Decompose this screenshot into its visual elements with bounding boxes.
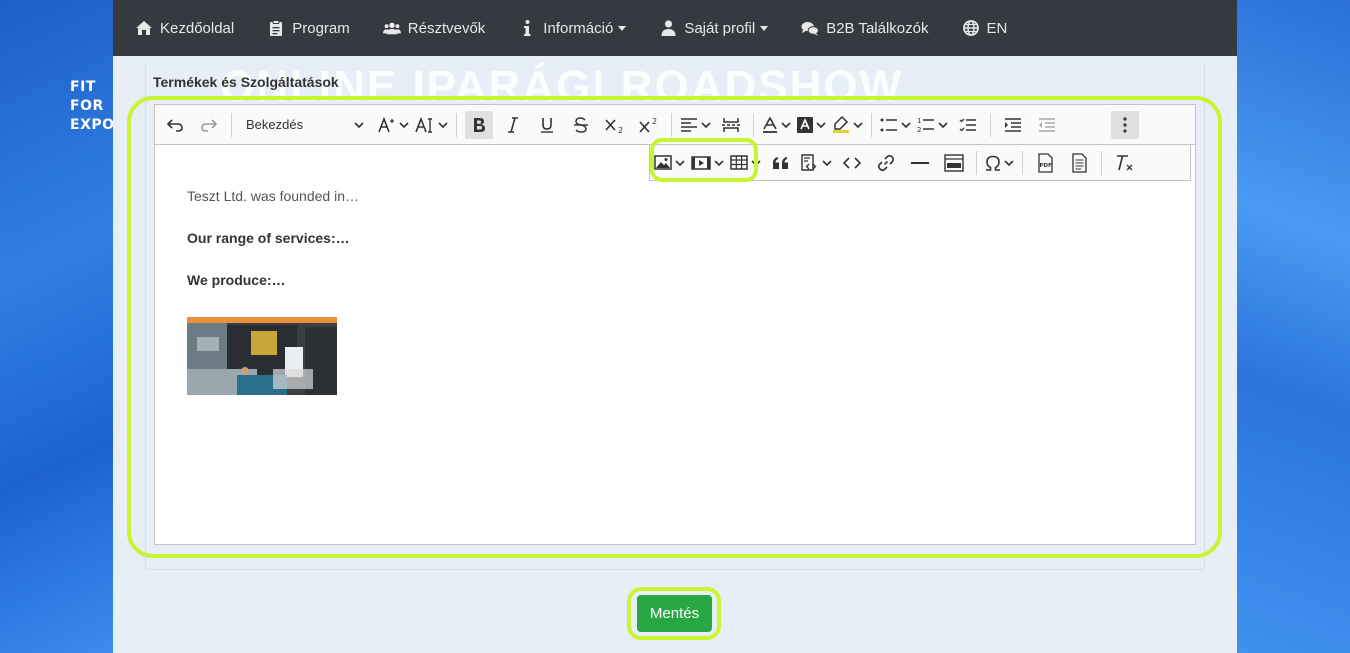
info-icon	[518, 19, 536, 37]
home-icon	[135, 20, 153, 36]
nav-home[interactable]: Kezdőoldal	[135, 20, 234, 37]
background-right	[1237, 0, 1350, 653]
nav-participants[interactable]: Résztvevők	[382, 20, 485, 37]
users-icon	[382, 21, 401, 35]
user-icon	[659, 20, 677, 36]
nav-information[interactable]: Információ	[518, 19, 627, 37]
globe-icon	[962, 20, 980, 36]
top-navbar: Kezdőoldal Program Résztvevők Információ	[113, 0, 1237, 56]
nav-program[interactable]: Program	[267, 19, 350, 37]
nav-b2b-meetings[interactable]: B2B Találkozók	[801, 20, 929, 37]
section-title: Termékek és Szolgáltatások	[153, 74, 339, 90]
dropdown-caret-icon	[760, 25, 769, 31]
save-button[interactable]: Mentés	[637, 595, 712, 632]
comments-icon	[801, 21, 820, 36]
media-buttons-highlight	[650, 138, 758, 182]
dropdown-caret-icon	[618, 25, 627, 31]
nav-my-profile[interactable]: Saját profil	[659, 20, 769, 37]
nav-language-en[interactable]: EN	[962, 20, 1007, 37]
clipboard-icon	[267, 19, 285, 37]
